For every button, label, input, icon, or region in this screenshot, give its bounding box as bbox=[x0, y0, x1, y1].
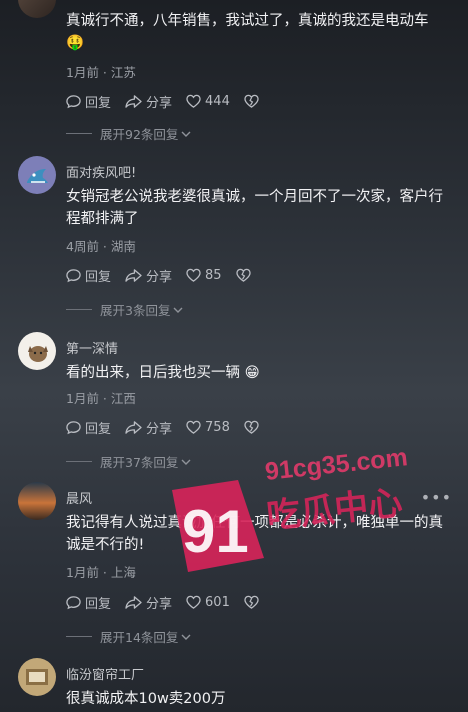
comment-meta: 1月前 · 江苏 bbox=[66, 65, 136, 80]
divider bbox=[66, 309, 92, 310]
like-button[interactable]: 85 bbox=[186, 268, 222, 283]
like-button[interactable]: 758 bbox=[186, 420, 230, 435]
like-count: 85 bbox=[205, 267, 222, 283]
expand-replies-button[interactable]: 展开14条回复 bbox=[66, 627, 192, 646]
reply-button[interactable]: 回复 bbox=[66, 418, 111, 437]
reply-icon bbox=[66, 595, 81, 609]
watermark-url: 91cg35.com bbox=[264, 443, 409, 486]
comment-text: 我记得有人说过真诚加任何一项都是必杀计，唯独单一的真诚是不行的! bbox=[66, 515, 443, 553]
share-icon bbox=[125, 595, 142, 609]
dislike-button[interactable] bbox=[235, 268, 255, 282]
comment-author[interactable]: 面对疾风吧! bbox=[66, 162, 136, 181]
broken-heart-icon bbox=[235, 268, 251, 282]
divider bbox=[66, 461, 92, 462]
comment-meta: 1月前 · 江西 bbox=[66, 391, 136, 406]
shop-sign-avatar-icon bbox=[26, 669, 48, 685]
dog-avatar-icon bbox=[28, 346, 48, 362]
comment-text: 看的出来，日后我也买一辆 😁 bbox=[66, 365, 260, 381]
comment-author[interactable]: 临汾窗帘工厂 bbox=[66, 664, 144, 683]
broken-heart-icon bbox=[244, 420, 259, 434]
share-label: 分享 bbox=[146, 95, 173, 111]
like-count: 444 bbox=[205, 93, 230, 109]
heart-icon bbox=[186, 94, 201, 108]
divider bbox=[66, 636, 92, 637]
avatar[interactable] bbox=[18, 658, 56, 696]
expand-label: 展开37条回复 bbox=[100, 455, 179, 470]
chevron-down-icon bbox=[173, 307, 183, 313]
heart-icon bbox=[186, 420, 201, 434]
expand-label: 展开3条回复 bbox=[100, 303, 171, 318]
dislike-button[interactable] bbox=[244, 420, 263, 434]
avatar[interactable] bbox=[18, 0, 56, 18]
reply-icon bbox=[66, 420, 81, 434]
share-icon bbox=[125, 94, 142, 108]
share-button[interactable]: 分享 bbox=[125, 593, 172, 612]
reply-button[interactable]: 回复 bbox=[66, 266, 111, 285]
reply-icon bbox=[66, 94, 81, 108]
comment-meta: 1月前 · 上海 bbox=[66, 565, 136, 580]
watermark: 91 91cg35.com 吃瓜中心 bbox=[168, 440, 438, 580]
share-label: 分享 bbox=[146, 269, 173, 285]
reply-label: 回复 bbox=[85, 596, 112, 612]
like-count: 758 bbox=[205, 419, 230, 435]
share-button[interactable]: 分享 bbox=[125, 266, 172, 285]
emoji: 🤑 bbox=[66, 35, 85, 51]
expand-replies-button[interactable]: 展开3条回复 bbox=[66, 300, 184, 319]
comment-text: 很真诚成本10w卖200万 bbox=[66, 691, 226, 707]
reply-label: 回复 bbox=[85, 95, 112, 111]
heart-icon bbox=[186, 268, 201, 282]
reply-icon bbox=[66, 268, 81, 282]
dislike-button[interactable] bbox=[244, 94, 263, 108]
share-icon bbox=[125, 420, 142, 434]
expand-replies-button[interactable]: 展开92条回复 bbox=[66, 124, 192, 143]
share-label: 分享 bbox=[146, 596, 173, 612]
expand-replies-button[interactable]: 展开37条回复 bbox=[66, 452, 192, 471]
expand-label: 展开14条回复 bbox=[100, 630, 179, 645]
reply-label: 回复 bbox=[85, 269, 112, 285]
broken-heart-icon bbox=[244, 595, 259, 609]
comment-author[interactable]: 第一深情 bbox=[66, 338, 118, 357]
like-count: 601 bbox=[205, 594, 230, 610]
divider bbox=[66, 133, 92, 134]
like-button[interactable]: 444 bbox=[186, 94, 230, 109]
avatar[interactable] bbox=[18, 482, 56, 520]
expand-label: 展开92条回复 bbox=[100, 127, 179, 142]
reply-button[interactable]: 回复 bbox=[66, 593, 111, 612]
reply-button[interactable]: 回复 bbox=[66, 92, 111, 111]
comment-meta: 4周前 · 湖南 bbox=[66, 239, 136, 254]
comment-text: 女销冠老公说我老婆很真诚，一个月回不了一次家，客户行程都排满了 bbox=[66, 189, 443, 227]
avatar[interactable] bbox=[18, 332, 56, 370]
chevron-down-icon bbox=[181, 634, 191, 640]
share-button[interactable]: 分享 bbox=[125, 418, 172, 437]
share-button[interactable]: 分享 bbox=[125, 92, 172, 111]
share-icon bbox=[125, 268, 142, 282]
reply-label: 回复 bbox=[85, 421, 112, 437]
dislike-button[interactable] bbox=[244, 595, 263, 609]
heart-icon bbox=[186, 595, 201, 609]
comment-author[interactable]: 晨风 bbox=[66, 488, 92, 507]
avatar[interactable] bbox=[18, 156, 56, 194]
chevron-down-icon bbox=[181, 131, 191, 137]
share-label: 分享 bbox=[146, 421, 173, 437]
chevron-down-icon bbox=[181, 459, 191, 465]
broken-heart-icon bbox=[244, 94, 259, 108]
shark-avatar-icon bbox=[27, 169, 48, 183]
like-button[interactable]: 601 bbox=[186, 595, 230, 610]
more-options-button[interactable]: ••• bbox=[421, 488, 452, 507]
comment-text: 真诚行不通，八年销售，我试过了，真诚的我还是电动车 bbox=[66, 13, 429, 29]
